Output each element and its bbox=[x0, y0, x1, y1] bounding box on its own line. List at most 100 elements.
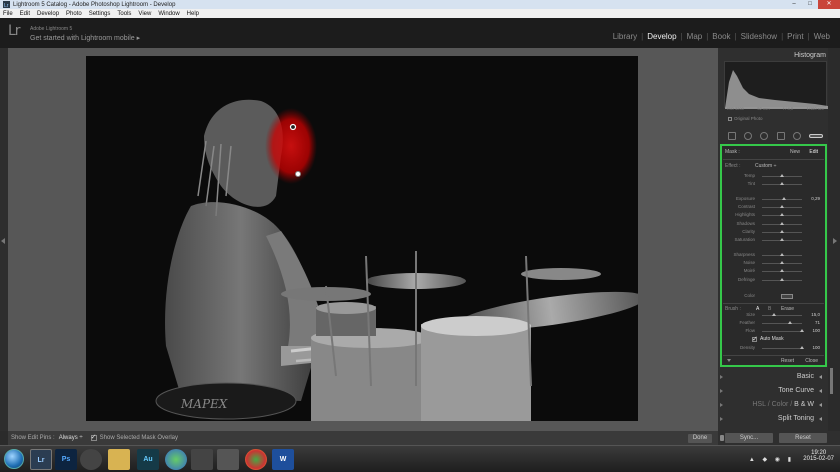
slider-thumb[interactable] bbox=[772, 313, 776, 316]
chrome-taskbar-icon[interactable] bbox=[245, 449, 267, 470]
collapse-right-arrow-icon[interactable] bbox=[833, 238, 837, 244]
slider-row-defringe[interactable]: Defringe bbox=[725, 277, 822, 284]
system-tray-icons[interactable]: ▲ ◆ ◉ ▮ bbox=[749, 456, 794, 463]
slider-thumb[interactable] bbox=[780, 238, 784, 241]
left-panel-collapsed[interactable] bbox=[0, 48, 8, 431]
tab-bw[interactable]: B & W bbox=[794, 401, 814, 408]
folder-taskbar-icon[interactable] bbox=[108, 449, 130, 470]
slider-track[interactable] bbox=[762, 313, 802, 316]
slider-row-moir-[interactable]: Moiré bbox=[725, 268, 822, 275]
slider-thumb[interactable] bbox=[780, 253, 784, 256]
expand-arrow-icon[interactable] bbox=[819, 375, 822, 379]
slider-thumb[interactable] bbox=[780, 261, 784, 265]
mask-edit-button[interactable]: Edit bbox=[809, 149, 818, 155]
slider-track[interactable] bbox=[762, 277, 802, 281]
slider-track[interactable] bbox=[762, 174, 802, 177]
module-develop[interactable]: Develop bbox=[644, 32, 679, 41]
slider-thumb[interactable] bbox=[780, 229, 784, 233]
slider-thumb[interactable] bbox=[780, 269, 784, 273]
slider-value[interactable]: 0,29 bbox=[811, 196, 820, 201]
sync-button[interactable]: Sync... bbox=[725, 433, 773, 443]
slider-row-shadows[interactable]: Shadows bbox=[725, 221, 822, 228]
slider-row-sharpness[interactable]: Sharpness bbox=[725, 252, 822, 259]
original-photo-toggle[interactable]: Original Photo bbox=[728, 116, 763, 121]
slider-thumb[interactable] bbox=[780, 182, 784, 185]
panel-basic[interactable]: Basic bbox=[718, 371, 828, 383]
adjustment-brush-icon[interactable] bbox=[808, 134, 823, 138]
start-button-icon[interactable] bbox=[4, 449, 24, 469]
module-web[interactable]: Web bbox=[811, 32, 833, 41]
slider-track[interactable] bbox=[762, 269, 802, 273]
menu-photo[interactable]: Photo bbox=[66, 11, 82, 17]
auto-mask-checkbox[interactable] bbox=[752, 335, 758, 343]
slider-row-noise[interactable]: Noise bbox=[725, 260, 822, 267]
slider-track[interactable] bbox=[762, 197, 802, 200]
done-button[interactable]: Done bbox=[688, 434, 712, 443]
graduated-filter-icon[interactable] bbox=[776, 132, 785, 140]
right-panel-scrollbar[interactable] bbox=[828, 48, 840, 431]
histogram-title[interactable]: Histogram bbox=[794, 52, 826, 59]
slider-track[interactable] bbox=[762, 346, 804, 349]
slider-row-exposure[interactable]: Exposure 0,29 bbox=[725, 196, 822, 203]
color-swatch[interactable] bbox=[781, 294, 793, 299]
expand-arrow-icon[interactable] bbox=[819, 417, 822, 421]
slider-row-contrast[interactable]: Contrast bbox=[725, 204, 822, 211]
slider-thumb[interactable] bbox=[780, 213, 784, 217]
expand-arrow-icon[interactable] bbox=[819, 403, 822, 407]
slider-row-temp[interactable]: Temp bbox=[725, 173, 822, 180]
slider-thumb[interactable] bbox=[800, 346, 804, 349]
slider-value[interactable]: 15,0 bbox=[811, 312, 820, 317]
module-print[interactable]: Print bbox=[784, 32, 806, 41]
menu-file[interactable]: File bbox=[3, 11, 13, 17]
module-book[interactable]: Book bbox=[709, 32, 733, 41]
radial-filter-icon[interactable] bbox=[792, 132, 801, 140]
globe-taskbar-icon[interactable] bbox=[80, 449, 102, 470]
collapse-arrow-icon[interactable] bbox=[727, 359, 731, 362]
slider-track[interactable] bbox=[762, 205, 802, 209]
slider-track[interactable] bbox=[762, 321, 802, 325]
media-player-taskbar-icon[interactable] bbox=[217, 449, 239, 470]
slider-row-clarity[interactable]: Clarity bbox=[725, 229, 822, 236]
slider-value[interactable]: 100 bbox=[812, 328, 820, 333]
reset-button[interactable]: Reset bbox=[779, 433, 827, 443]
menu-help[interactable]: Help bbox=[187, 11, 199, 17]
slider-track[interactable] bbox=[762, 329, 804, 333]
photoshop-taskbar-icon[interactable]: Ps bbox=[55, 449, 77, 470]
auto-mask-toggle[interactable]: Auto Mask bbox=[752, 335, 784, 343]
red-eye-icon[interactable] bbox=[760, 132, 769, 140]
slider-track[interactable] bbox=[762, 213, 802, 217]
slider-value[interactable]: 100 bbox=[812, 345, 820, 350]
edit-pin-icon[interactable] bbox=[289, 123, 297, 131]
mobile-link[interactable]: Get started with Lightroom mobile ▸ bbox=[30, 34, 140, 42]
module-library[interactable]: Library bbox=[610, 32, 640, 41]
auto-sync-switch[interactable] bbox=[720, 435, 724, 441]
slider-thumb[interactable] bbox=[780, 221, 784, 225]
crop-tool-icon[interactable] bbox=[728, 132, 736, 140]
slider-track[interactable] bbox=[762, 182, 802, 185]
menu-window[interactable]: Window bbox=[158, 11, 179, 17]
panel-hsl-color-bw[interactable]: HSL / Color / B & W bbox=[718, 399, 828, 411]
photo-preview[interactable]: MAPEX bbox=[86, 56, 638, 421]
app-taskbar-icon[interactable] bbox=[191, 449, 213, 470]
slider-thumb[interactable] bbox=[800, 329, 804, 333]
slider-track[interactable] bbox=[762, 221, 802, 225]
scrollbar-thumb[interactable] bbox=[830, 368, 833, 394]
original-photo-checkbox[interactable] bbox=[728, 116, 732, 121]
menu-view[interactable]: View bbox=[138, 11, 151, 17]
slider-row-highlights[interactable]: Highlights bbox=[725, 212, 822, 219]
show-edit-pins-select[interactable]: Always ÷ bbox=[59, 435, 83, 441]
expand-left-arrow-icon[interactable] bbox=[1, 238, 5, 244]
module-slideshow[interactable]: Slideshow bbox=[738, 32, 780, 41]
slider-thumb[interactable] bbox=[780, 277, 784, 281]
effect-select[interactable]: Custom ÷ bbox=[755, 163, 776, 169]
slider-track[interactable] bbox=[762, 253, 802, 256]
minimize-button[interactable]: – bbox=[786, 0, 802, 9]
menu-edit[interactable]: Edit bbox=[20, 11, 30, 17]
slider-thumb[interactable] bbox=[782, 197, 787, 200]
module-map[interactable]: Map bbox=[684, 32, 706, 41]
mask-new-button[interactable]: New bbox=[790, 149, 800, 155]
maximize-button[interactable]: □ bbox=[802, 0, 818, 9]
panel-tone-curve[interactable]: Tone Curve bbox=[718, 385, 828, 397]
slider-thumb[interactable] bbox=[780, 174, 784, 177]
slider-row-flow[interactable]: Flow 100 bbox=[725, 328, 822, 335]
